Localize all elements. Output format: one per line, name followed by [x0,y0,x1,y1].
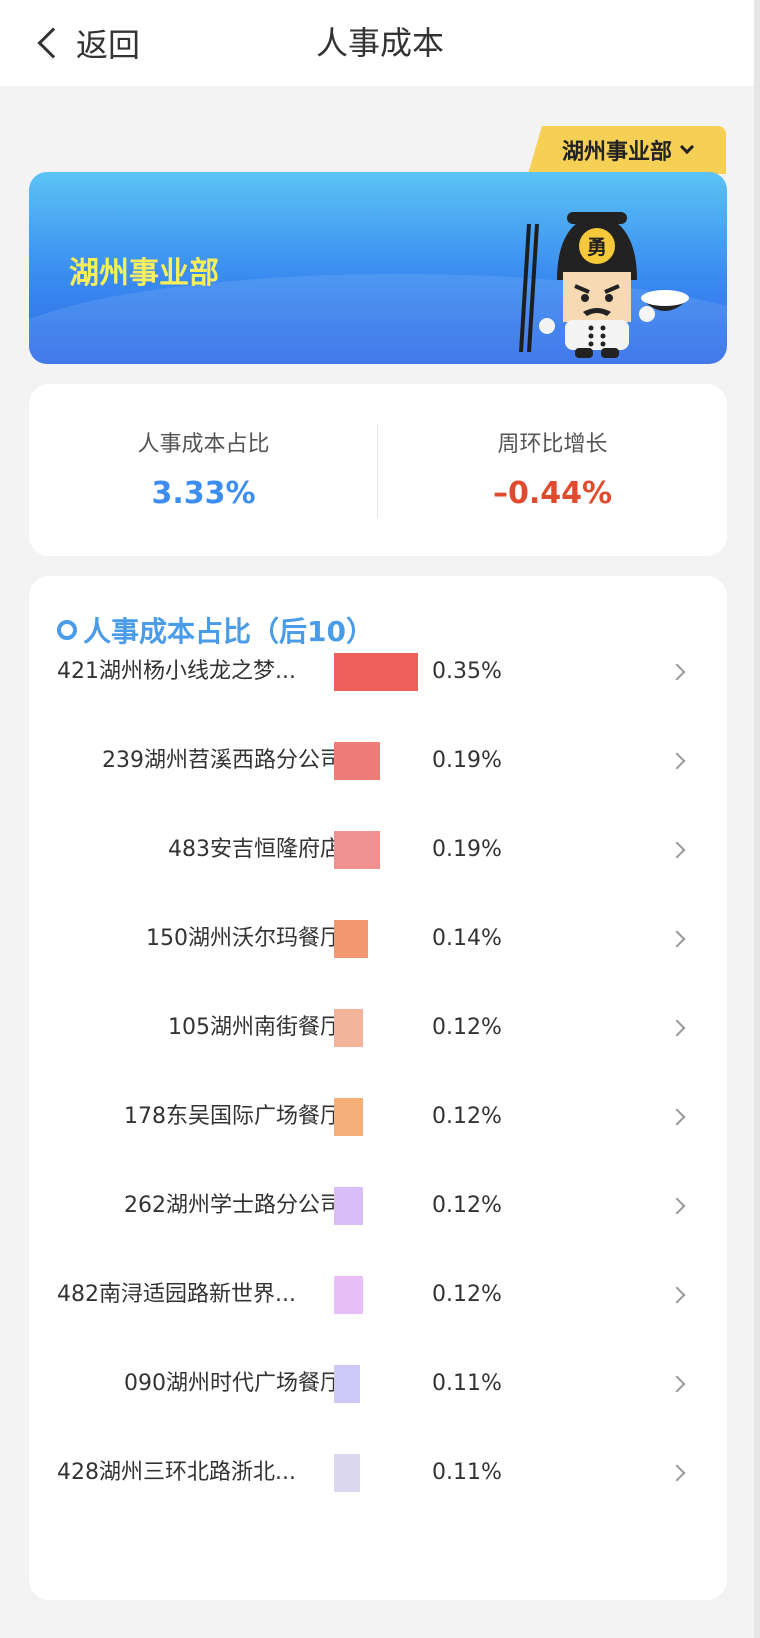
ranking-row-name: 482南浔适园路新世界... [57,1282,296,1307]
chevron-right-icon [668,1197,686,1215]
ranking-row-bar [334,1098,363,1136]
chevron-right-icon [668,1375,686,1393]
chevron-right-icon [668,1286,686,1304]
page-title: 人事成本 [315,24,444,62]
ranking-row-name: 262湖州学士路分公司 [124,1193,342,1218]
ranking-row[interactable]: 150湖州沃尔玛餐厅 0.14% [29,909,727,969]
ranking-row-bar [334,920,368,958]
ranking-row-value: 0.19% [432,748,502,773]
ranking-row[interactable]: 178东吴国际广场餐厅 0.12% [29,1087,727,1147]
ranking-row[interactable]: 105湖州南街餐厅 0.12% [29,998,727,1058]
ranking-row-value: 0.11% [432,1460,502,1485]
ranking-row[interactable]: 239湖州苕溪西路分公司 0.19% [29,731,727,791]
ranking-row[interactable]: 421湖州杨小线龙之梦... 0.35% [29,642,727,702]
ranking-row-value: 0.12% [432,1015,502,1040]
ranking-row[interactable]: 262湖州学士路分公司 0.12% [29,1176,727,1236]
stats-card: 人事成本占比 3.33% 周环比增长 –0.44% [29,384,727,556]
scrollbar-track [754,0,760,1638]
ranking-row-name: 428湖州三环北路浙北... [57,1460,296,1485]
chevron-right-icon [668,663,686,681]
ranking-row[interactable]: 428湖州三环北路浙北... 0.11% [29,1443,727,1503]
department-selector-label: 湖州事业部 [561,140,672,165]
ranking-row-value: 0.12% [432,1193,502,1218]
stat-week-over-week-value: –0.44% [492,476,613,511]
ranking-row-bar [334,653,418,691]
ranking-row-name: 150湖州沃尔玛餐厅 [146,926,342,951]
chevron-right-icon [668,1019,686,1037]
ranking-row-bar [334,1365,360,1403]
ranking-row-value: 0.12% [432,1282,502,1307]
ranking-row-value: 0.14% [432,926,502,951]
ranking-row-value: 0.19% [432,837,502,862]
ranking-row-bar [334,742,380,780]
ranking-row-value: 0.12% [432,1104,502,1129]
ranking-row-name: 421湖州杨小线龙之梦... [57,659,296,684]
ranking-row-name: 483安吉恒隆府店 [168,837,342,862]
ranking-row-bar [334,1454,360,1492]
department-selector[interactable]: 湖州事业部 [528,126,726,174]
ranking-row-bar [334,1187,363,1225]
chevron-right-icon [668,930,686,948]
ranking-row-value: 0.11% [432,1371,502,1396]
stat-cost-ratio: 人事成本占比 3.33% [29,384,378,556]
stat-cost-ratio-value: 3.33% [151,476,256,511]
ranking-row-bar [334,831,380,869]
chevron-right-icon [668,1108,686,1126]
stat-week-over-week-label: 周环比增长 [497,432,608,457]
chevron-right-icon [668,1464,686,1482]
stat-week-over-week: 周环比增长 –0.44% [378,384,727,556]
department-banner: 湖州事业部 勇 [29,172,727,364]
ranking-row-bar [334,1276,363,1314]
banner-title: 湖州事业部 [69,256,219,291]
ranking-row-value: 0.35% [432,659,502,684]
ranking-row-name: 239湖州苕溪西路分公司 [102,748,342,773]
ranking-row-name: 105湖州南街餐厅 [168,1015,342,1040]
ranking-row-bar [334,1009,363,1047]
ranking-row[interactable]: 483安吉恒隆府店 0.19% [29,820,727,880]
ranking-card: 人事成本占比（后10） 421湖州杨小线龙之梦... 0.35% 239湖州苕溪西路… [29,576,727,1600]
ring-bullet-icon [57,620,77,640]
mascot-chef-icon: 勇 [519,212,689,358]
chevron-down-icon [679,139,695,155]
navigation-bar: 返回 人事成本 [0,0,760,86]
chevron-right-icon [668,752,686,770]
mascot-badge-text: 勇 [587,235,607,259]
ranking-row-name: 178东吴国际广场餐厅 [124,1104,342,1129]
ranking-row-name: 090湖州时代广场餐厅 [124,1371,342,1396]
stat-cost-ratio-label: 人事成本占比 [137,432,270,457]
ranking-row[interactable]: 090湖州时代广场餐厅 0.11% [29,1354,727,1414]
chevron-right-icon [668,841,686,859]
ranking-row[interactable]: 482南浔适园路新世界... 0.12% [29,1265,727,1325]
